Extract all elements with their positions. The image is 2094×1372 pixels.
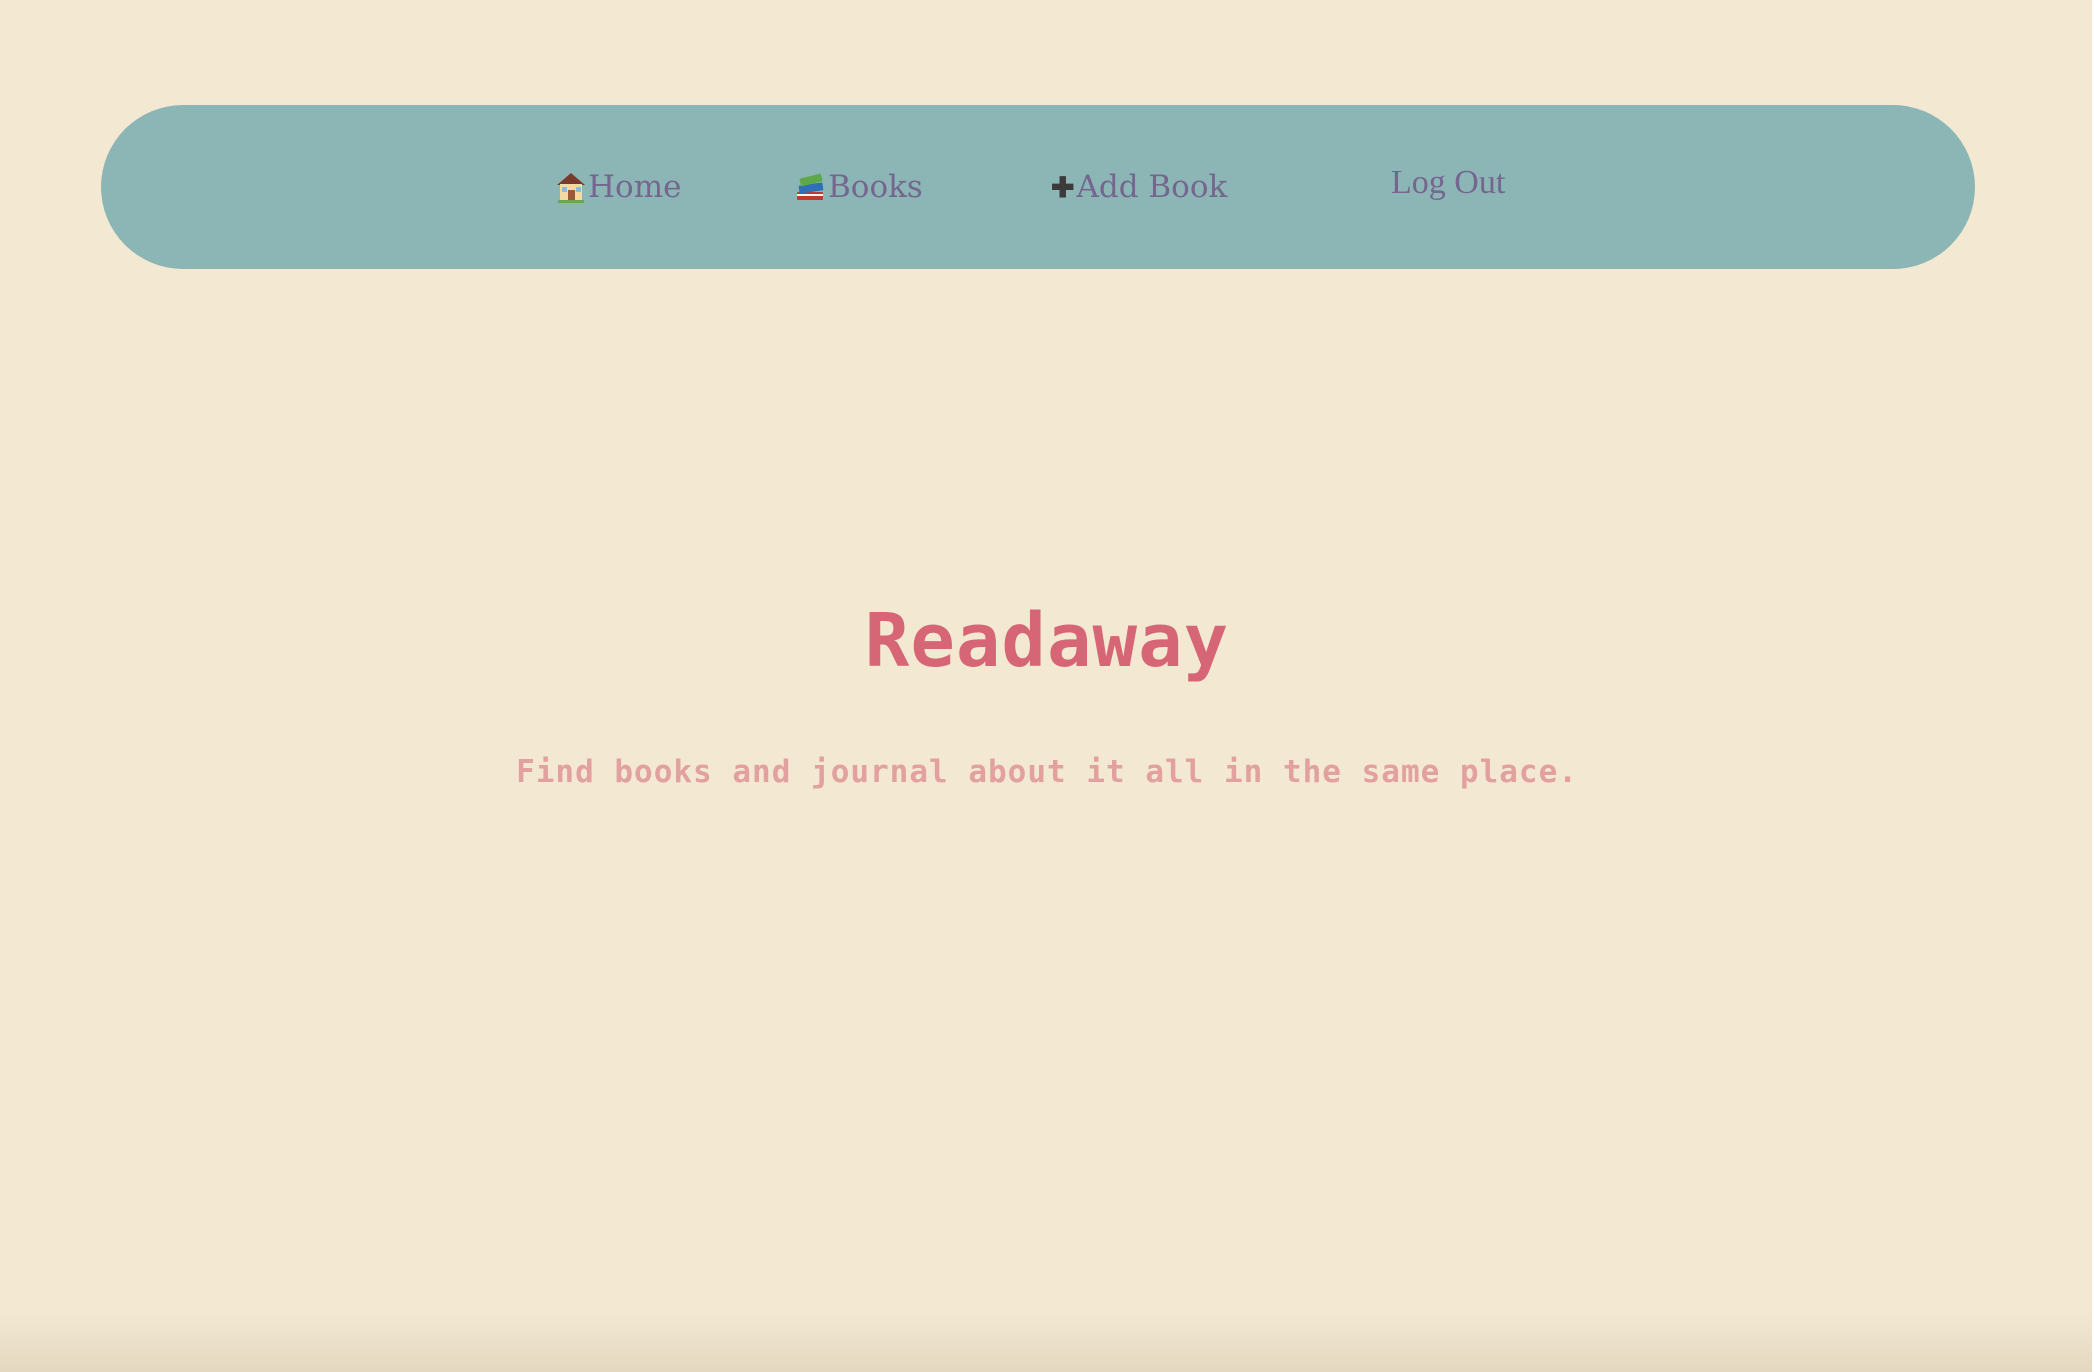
nav-link-home[interactable]: Home	[556, 105, 681, 269]
nav-link-books[interactable]: Books	[794, 105, 923, 269]
page-subtitle: Find books and journal about it all in t…	[516, 754, 1578, 790]
house-icon	[557, 173, 585, 203]
page-title: Readaway	[864, 598, 1230, 684]
main-navbar: Home Books ✚ Add Book Log Out	[101, 105, 1975, 269]
nav-link-log-out[interactable]: Log Out	[1391, 101, 1505, 265]
plus-icon: ✚	[1051, 170, 1075, 204]
nav-link-add-book[interactable]: ✚ Add Book	[1051, 105, 1227, 269]
nav-link-books-label: Books	[828, 169, 923, 205]
bottom-shadow	[0, 1312, 2094, 1372]
nav-link-add-book-label: Add Book	[1076, 169, 1228, 205]
nav-link-log-out-label: Log Out	[1391, 164, 1506, 201]
nav-link-home-label: Home	[588, 169, 682, 205]
books-icon	[797, 173, 824, 200]
